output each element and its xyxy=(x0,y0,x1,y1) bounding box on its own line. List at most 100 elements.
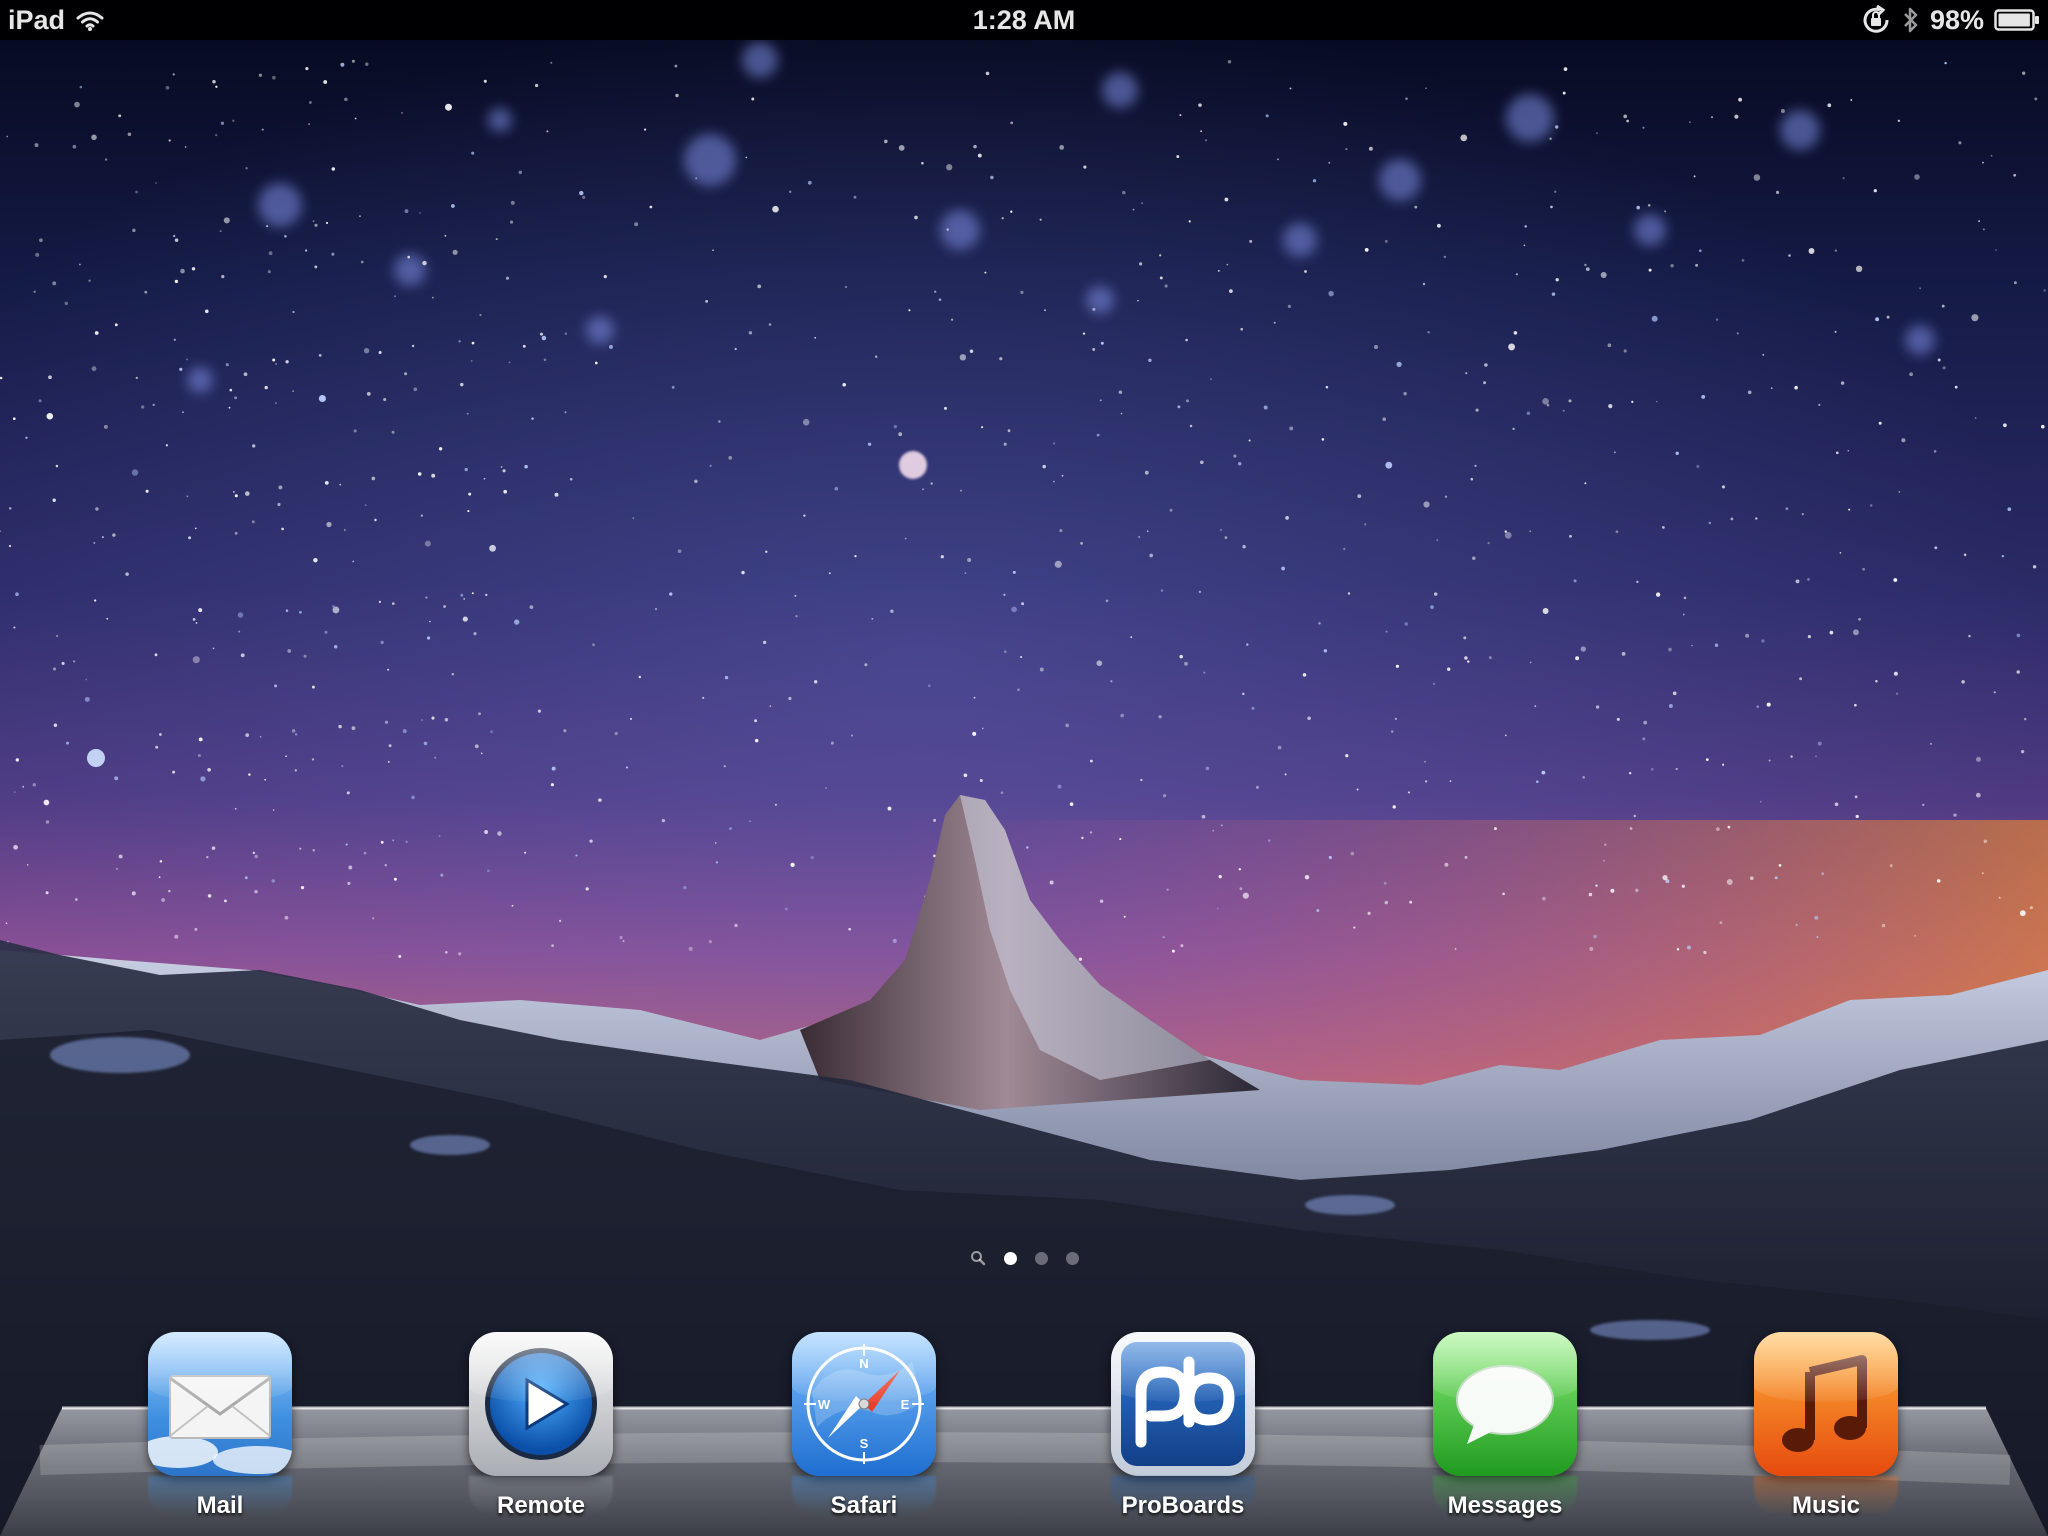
star xyxy=(387,668,390,671)
star xyxy=(524,464,528,469)
star xyxy=(1623,349,1627,353)
music-icon[interactable] xyxy=(1754,1332,1898,1476)
star xyxy=(483,79,487,83)
star xyxy=(1631,400,1634,403)
app-music[interactable]: Music xyxy=(1751,1330,1901,1519)
star xyxy=(311,758,315,761)
app-remote[interactable]: Remote xyxy=(466,1330,616,1519)
star xyxy=(483,477,486,480)
star xyxy=(1474,464,1477,468)
star xyxy=(173,338,176,341)
star xyxy=(404,209,409,214)
star xyxy=(104,158,108,161)
page-dot-1[interactable] xyxy=(1003,1251,1017,1265)
star xyxy=(563,729,567,733)
star xyxy=(1613,451,1616,454)
star xyxy=(106,617,109,620)
safari-icon[interactable]: N S W E xyxy=(792,1332,936,1476)
star xyxy=(1017,688,1020,692)
star xyxy=(790,862,795,868)
star xyxy=(243,372,248,377)
star xyxy=(1132,208,1135,211)
star xyxy=(1424,780,1428,783)
app-safari[interactable]: N S W E Safari xyxy=(789,1330,939,1519)
star xyxy=(473,632,477,636)
star xyxy=(251,520,255,524)
page-dot-2[interactable] xyxy=(1034,1251,1048,1265)
mail-icon[interactable] xyxy=(148,1332,292,1476)
star xyxy=(1053,442,1056,445)
star xyxy=(1982,161,1984,164)
star xyxy=(1220,824,1223,827)
star xyxy=(1227,59,1232,64)
page-dot-3[interactable] xyxy=(1065,1251,1079,1265)
star xyxy=(1383,881,1387,885)
star xyxy=(1281,566,1285,571)
star xyxy=(1817,741,1822,746)
star xyxy=(1353,926,1356,929)
star xyxy=(38,399,42,403)
star xyxy=(1534,705,1537,707)
star xyxy=(1633,814,1637,818)
star xyxy=(145,489,149,493)
star xyxy=(1691,644,1693,647)
star xyxy=(422,260,427,266)
star xyxy=(434,756,437,759)
star xyxy=(1766,702,1771,707)
page-indicator[interactable] xyxy=(0,1246,2048,1270)
star xyxy=(1042,464,1046,469)
star xyxy=(1589,946,1594,951)
star xyxy=(1427,330,1430,334)
star xyxy=(55,464,59,468)
star xyxy=(1834,249,1838,252)
star xyxy=(1289,426,1294,431)
star xyxy=(1549,137,1552,140)
messages-icon[interactable] xyxy=(1433,1332,1577,1476)
star xyxy=(1623,114,1628,119)
star xyxy=(1535,780,1539,784)
star xyxy=(1470,477,1474,481)
star xyxy=(585,887,589,891)
star xyxy=(1993,691,1996,694)
star xyxy=(1199,460,1204,465)
star xyxy=(1487,541,1490,545)
app-proboards[interactable]: ProBoards xyxy=(1108,1330,1258,1519)
star xyxy=(220,121,225,125)
star xyxy=(451,204,455,208)
star xyxy=(74,101,80,108)
star xyxy=(2007,507,2012,512)
star xyxy=(391,430,395,434)
app-messages[interactable]: Messages xyxy=(1430,1330,1580,1519)
star xyxy=(46,412,54,420)
star xyxy=(1747,390,1752,395)
star xyxy=(1226,263,1229,266)
star xyxy=(1840,381,1845,385)
star xyxy=(405,840,408,844)
star xyxy=(1901,438,1906,443)
app-mail[interactable]: Mail xyxy=(145,1330,295,1519)
star xyxy=(258,73,263,77)
svg-text:S: S xyxy=(860,1436,869,1451)
star xyxy=(694,479,698,484)
star xyxy=(1405,97,1408,101)
star xyxy=(1384,900,1389,905)
star xyxy=(1385,461,1393,469)
star xyxy=(946,164,953,171)
star xyxy=(352,560,355,563)
search-icon[interactable] xyxy=(970,1250,986,1266)
star xyxy=(1858,617,1861,621)
star xyxy=(470,359,473,362)
star xyxy=(345,843,348,846)
star xyxy=(1350,851,1355,856)
star xyxy=(518,170,523,175)
star xyxy=(589,839,593,843)
proboards-icon[interactable] xyxy=(1111,1332,1255,1476)
remote-icon[interactable] xyxy=(469,1332,613,1476)
app-label: Mail xyxy=(196,1492,244,1519)
star xyxy=(1432,682,1436,686)
star xyxy=(489,544,496,552)
wallpaper xyxy=(0,0,2048,1536)
star xyxy=(1059,145,1065,150)
star xyxy=(1942,366,1946,370)
star xyxy=(871,617,874,620)
